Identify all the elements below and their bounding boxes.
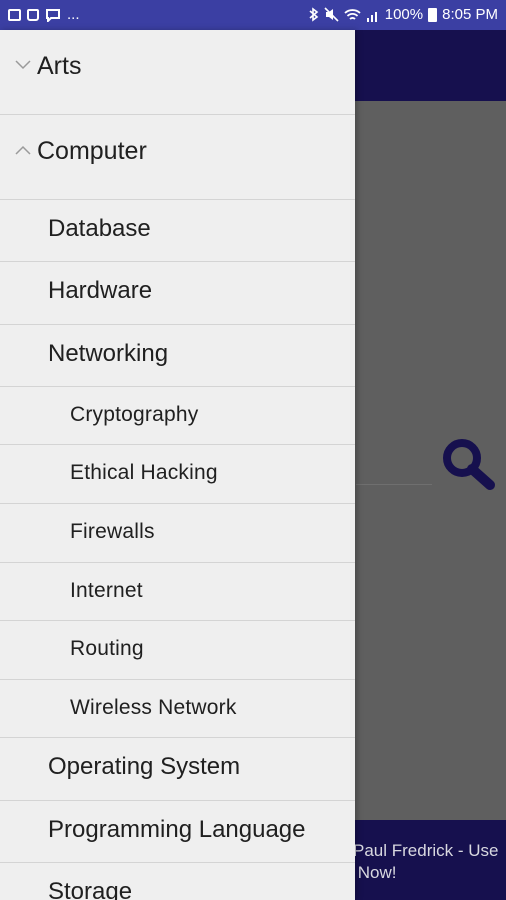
submenu-item-label: Wireless Network bbox=[70, 695, 237, 719]
signal-icon bbox=[366, 11, 377, 22]
category-computer[interactable]: Computer bbox=[0, 115, 355, 200]
submenu-item-label: Ethical Hacking bbox=[70, 461, 218, 485]
chevron-down-icon bbox=[15, 60, 31, 70]
bag-icon bbox=[27, 8, 39, 21]
chevron-up-icon bbox=[15, 145, 31, 155]
submenu-item-wireless-network[interactable]: Wireless Network bbox=[0, 680, 355, 739]
menu-item-networking[interactable]: Networking bbox=[0, 325, 355, 387]
submenu-item-label: Firewalls bbox=[70, 520, 155, 544]
menu-item-label: Storage bbox=[48, 878, 133, 900]
battery-percent: 100% bbox=[384, 6, 424, 23]
menu-item-storage[interactable]: Storage bbox=[0, 863, 355, 900]
category-arts[interactable]: Arts bbox=[0, 30, 355, 115]
submenu-item-cryptography[interactable]: Cryptography bbox=[0, 387, 355, 446]
menu-item-label: Database bbox=[48, 215, 151, 242]
submenu-item-label: Internet bbox=[70, 578, 143, 602]
category-label: Computer bbox=[37, 137, 147, 165]
submenu-item-ethical-hacking[interactable]: Ethical Hacking bbox=[0, 445, 355, 505]
wifi-icon bbox=[344, 8, 361, 20]
gallery-icon bbox=[8, 8, 21, 21]
search-icon[interactable] bbox=[440, 436, 498, 492]
menu-item-label: Hardware bbox=[48, 277, 153, 305]
notification-icons: ... bbox=[8, 6, 80, 23]
status-bar: ... 100% 8:05 PM bbox=[0, 0, 506, 30]
category-label: Arts bbox=[37, 52, 82, 80]
submenu-item-label: Routing bbox=[70, 637, 144, 661]
battery-icon bbox=[428, 7, 438, 22]
search-input-underline bbox=[356, 484, 432, 485]
more-notifications-text: ... bbox=[67, 6, 80, 23]
system-icons: 100% 8:05 PM bbox=[309, 6, 498, 23]
bluetooth-icon bbox=[309, 7, 319, 22]
submenu-item-label: Cryptography bbox=[70, 402, 199, 426]
ad-banner-text: Paul Fredrick - Use Now! bbox=[353, 841, 499, 882]
menu-item-hardware[interactable]: Hardware bbox=[0, 262, 355, 325]
menu-item-operating-system[interactable]: Operating System bbox=[0, 738, 355, 801]
menu-item-database[interactable]: Database bbox=[0, 200, 355, 263]
menu-item-label: Programming Language bbox=[48, 815, 306, 843]
submenu-item-firewalls[interactable]: Firewalls bbox=[0, 504, 355, 563]
submenu-item-internet[interactable]: Internet bbox=[0, 563, 355, 622]
menu-item-programming-language[interactable]: Programming Language bbox=[0, 801, 355, 864]
navigation-drawer: Arts Computer Database Hardware Networki… bbox=[0, 30, 355, 900]
chat-icon bbox=[46, 8, 60, 22]
menu-item-label: Operating System bbox=[48, 753, 241, 781]
clock: 8:05 PM bbox=[442, 6, 498, 23]
submenu-item-routing[interactable]: Routing bbox=[0, 621, 355, 680]
menu-item-label: Networking bbox=[48, 339, 169, 367]
mute-icon bbox=[324, 7, 339, 22]
